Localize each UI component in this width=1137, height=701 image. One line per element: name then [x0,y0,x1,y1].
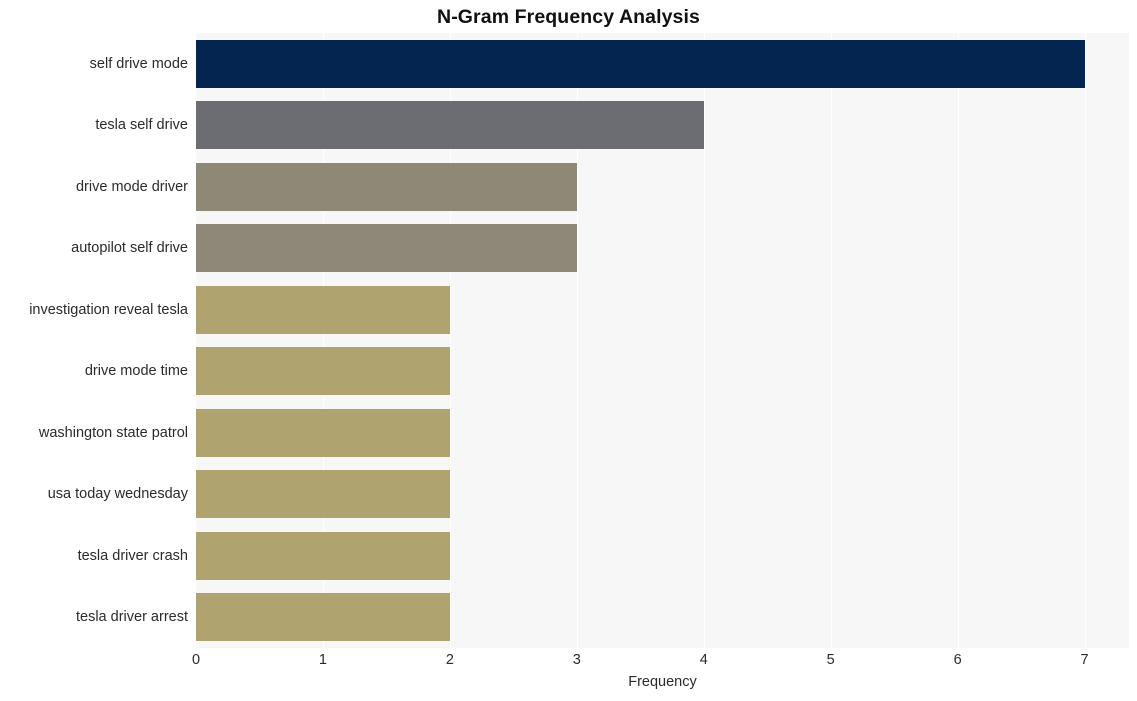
y-axis-label: washington state patrol [38,424,188,441]
chart-title: N-Gram Frequency Analysis [437,6,700,28]
bar [196,39,1085,88]
y-axis-label: self drive mode [89,55,188,72]
y-axis-label: drive mode driver [75,178,188,195]
bar [196,101,704,150]
y-axis-label: tesla driver arrest [75,609,188,626]
bar [196,531,450,580]
ngram-frequency-chart: N-Gram Frequency Analysis self drive mod… [0,0,1137,701]
bar [196,347,450,396]
x-axis-tick-labels: 0 1 2 3 4 5 6 7 [0,652,1137,674]
x-tick-label: 6 [953,652,962,668]
gridline-x-4 [703,33,705,648]
x-tick-label: 1 [318,652,327,668]
bar [196,224,577,273]
x-axis-title: Frequency [628,674,697,690]
plot-area [196,33,1129,648]
y-axis-label: autopilot self drive [71,240,188,257]
x-tick-label: 0 [191,652,201,668]
gridline-x-6 [957,33,959,648]
x-tick-label: 3 [572,652,581,668]
y-axis-label: tesla driver crash [77,547,188,564]
x-tick-label: 5 [826,652,835,668]
x-tick-label: 4 [699,652,708,668]
y-axis-label: usa today wednesday [47,486,188,503]
y-axis-label: investigation reveal tesla [29,301,188,318]
gridline-x-7 [1084,33,1086,648]
y-axis-label: drive mode time [84,363,188,380]
y-axis-labels: self drive mode tesla self drive drive mod… [0,33,188,648]
gridline-x-5 [830,33,832,648]
bar [196,470,450,519]
y-axis-label: tesla self drive [95,117,188,134]
bar [196,162,577,211]
x-tick-label: 2 [445,652,454,668]
bar [196,285,450,334]
bar [196,408,450,457]
x-tick-label: 7 [1080,652,1089,668]
bar [196,593,450,642]
